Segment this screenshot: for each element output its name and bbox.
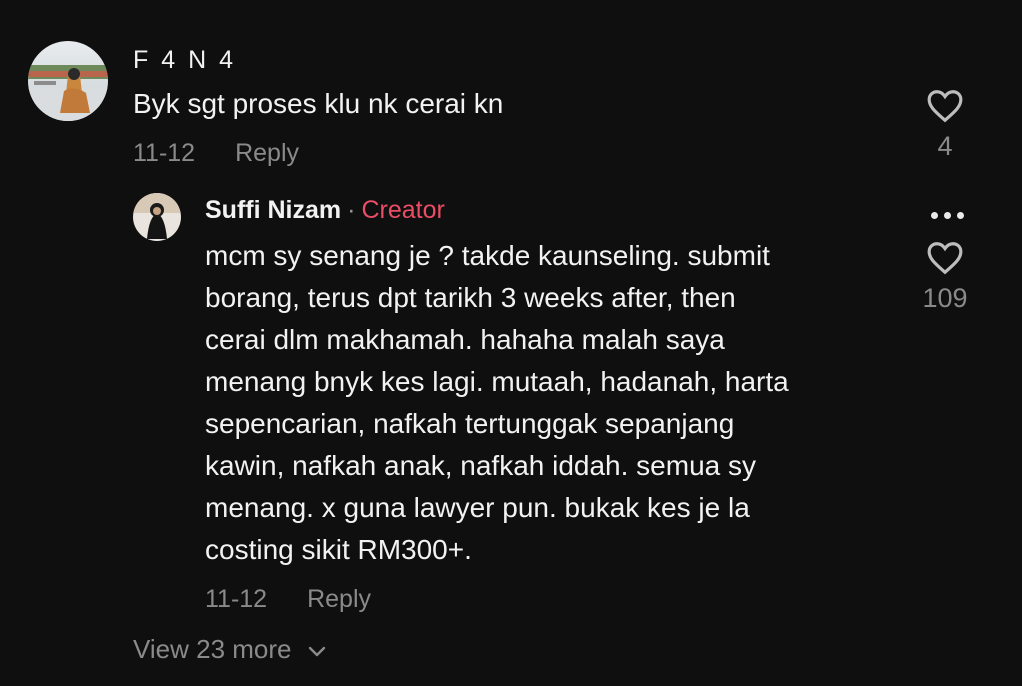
reply-like: 109 <box>910 240 980 314</box>
reply-date: 11-12 <box>205 585 268 613</box>
reply-text-line: sepencarian, nafkah tertunggak sepanjang <box>205 408 735 439</box>
heart-outline-icon[interactable] <box>926 240 964 276</box>
like-count: 109 <box>922 283 968 313</box>
like-count: 4 <box>937 131 953 161</box>
reply-avatar[interactable] <box>133 193 181 241</box>
avatar-image <box>28 41 108 121</box>
more-dots-icon[interactable] <box>922 200 972 230</box>
reply-meta: 11-12 Reply <box>205 585 371 614</box>
separator-dot: · <box>347 196 356 224</box>
reply-button[interactable]: Reply <box>235 139 299 168</box>
heart-outline-icon[interactable] <box>926 88 964 124</box>
comment-text: Byk sgt proses klu nk cerai kn <box>133 88 504 119</box>
reply-text-line: borang, terus dpt tarikh 3 weeks after, … <box>205 282 736 313</box>
chevron-down-icon <box>308 646 325 657</box>
avatar-image <box>133 193 181 241</box>
reply-header: Suffi Nizam · Creator <box>205 196 445 225</box>
reply-username[interactable]: Suffi Nizam <box>205 196 341 224</box>
reply-text-line: costing sikit RM300+. <box>205 534 472 565</box>
creator-badge: Creator <box>361 196 445 224</box>
reply-text: mcm sy senang je ? takde kaunseling. sub… <box>205 235 789 571</box>
reply-text-line: cerai dlm makhamah. hahaha malah saya <box>205 324 725 355</box>
comments-panel: F 4 N 4 Byk sgt proses klu nk cerai kn 1… <box>0 0 1022 686</box>
comment-date: 11-12 <box>133 139 196 167</box>
reply-text-line: mcm sy senang je ? takde kaunseling. sub… <box>205 240 770 271</box>
comment-username[interactable]: F 4 N 4 <box>133 46 236 75</box>
view-more-replies-button[interactable]: View 23 more <box>133 634 327 665</box>
reply-text-line: menang bnyk kes lagi. mutaah, hadanah, h… <box>205 366 789 397</box>
reply-button[interactable]: Reply <box>307 585 371 614</box>
reply-text-line: kawin, nafkah anak, nafkah iddah. semua … <box>205 450 757 481</box>
reply-text-line: menang. x guna lawyer pun. bukak kes je … <box>205 492 750 523</box>
avatar[interactable] <box>28 41 108 121</box>
comment-like: 4 <box>910 88 980 162</box>
comment-meta: 11-12 Reply <box>133 139 299 168</box>
view-more-label: View 23 more <box>133 634 292 664</box>
